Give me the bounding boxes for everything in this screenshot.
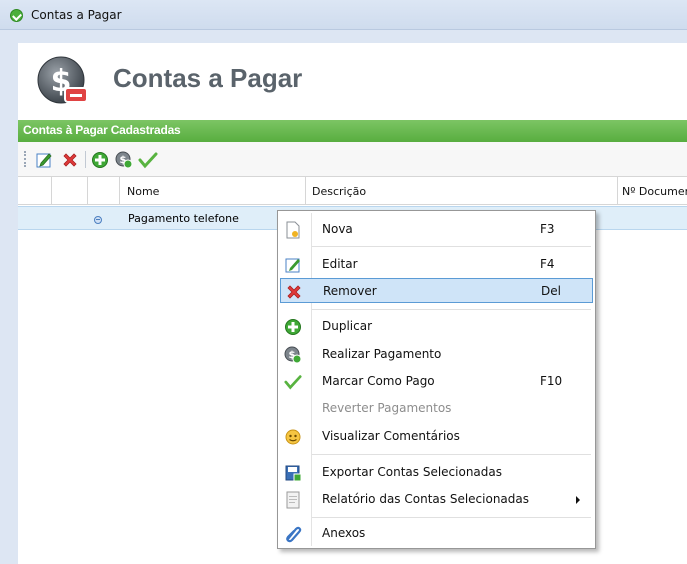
export-icon xyxy=(284,464,302,482)
menu-separator xyxy=(312,454,591,455)
new-document-icon xyxy=(284,221,302,239)
add-icon xyxy=(92,152,108,168)
menu-shortcut: F10 xyxy=(540,374,563,388)
grid-column-descricao[interactable]: Descrição xyxy=(306,177,618,205)
column-header-nome: Nome xyxy=(127,185,160,198)
menu-label: Visualizar Comentários xyxy=(322,429,460,443)
page-title: Contas a Pagar xyxy=(113,63,303,93)
add-button[interactable] xyxy=(90,150,110,170)
edit-icon xyxy=(36,153,52,168)
submenu-arrow-icon xyxy=(576,496,580,504)
attachment-icon xyxy=(284,525,302,543)
delete-icon xyxy=(63,153,77,167)
menu-label: Realizar Pagamento xyxy=(322,347,442,361)
delete-button[interactable] xyxy=(60,150,80,170)
menu-label: Editar xyxy=(322,257,358,271)
grid-column-status[interactable] xyxy=(88,177,120,205)
menu-item-relatorio[interactable]: Relatório das Contas Selecionadas xyxy=(280,487,593,512)
context-menu: Nova F3 Editar F4 Remover Del Duplicar $… xyxy=(277,210,596,549)
edit-button[interactable] xyxy=(34,150,54,170)
menu-label: Duplicar xyxy=(322,319,373,333)
check-icon xyxy=(284,373,302,391)
payment-icon: $ xyxy=(115,151,133,169)
menu-item-marcar-como-pago[interactable]: Marcar Como Pago F10 xyxy=(280,369,593,394)
toolbar-grip xyxy=(24,151,26,167)
mark-paid-button[interactable] xyxy=(138,150,158,170)
check-icon xyxy=(138,152,158,169)
menu-label: Exportar Contas Selecionadas xyxy=(322,465,503,479)
menu-separator xyxy=(312,246,591,247)
window-titlebar: Contas a Pagar xyxy=(0,0,687,30)
add-icon xyxy=(284,318,302,336)
app-icon xyxy=(10,9,23,22)
status-icon xyxy=(94,216,102,224)
edit-icon xyxy=(284,256,302,274)
menu-shortcut: F3 xyxy=(540,222,555,236)
menu-label: Remover xyxy=(323,284,377,298)
row-name: Pagamento telefone xyxy=(128,212,239,225)
toolbar-separator xyxy=(85,151,86,168)
menu-label: Marcar Como Pago xyxy=(322,374,435,388)
menu-item-editar[interactable]: Editar F4 xyxy=(280,252,593,277)
grid-column-flag[interactable] xyxy=(52,177,88,205)
column-header-descricao: Descrição xyxy=(312,185,367,198)
report-icon xyxy=(284,491,302,509)
menu-item-nova[interactable]: Nova F3 xyxy=(280,217,593,242)
comment-icon xyxy=(284,428,302,446)
menu-label: Relatório das Contas Selecionadas xyxy=(322,492,529,506)
menu-separator xyxy=(312,309,591,310)
payment-icon: $ xyxy=(284,346,302,364)
window-title: Contas a Pagar xyxy=(31,8,122,22)
menu-item-anexos[interactable]: Anexos xyxy=(280,521,593,546)
menu-label: Reverter Pagamentos xyxy=(322,401,452,415)
column-header-documento: Nº Documento xyxy=(622,185,687,198)
menu-item-visualizar-comentarios[interactable]: Visualizar Comentários xyxy=(280,424,593,449)
menu-label: Nova xyxy=(322,222,353,236)
grid-column-documento[interactable]: Nº Documento xyxy=(618,177,687,205)
delete-icon xyxy=(285,283,303,301)
menu-item-duplicar[interactable]: Duplicar xyxy=(280,314,593,339)
section-title: Contas à Pagar Cadastradas xyxy=(23,123,181,137)
grid-column-nome[interactable]: Nome xyxy=(120,177,306,205)
menu-label: Anexos xyxy=(322,526,366,540)
menu-item-reverter-pagamentos: Reverter Pagamentos xyxy=(280,396,593,421)
menu-item-remover[interactable]: Remover Del xyxy=(280,278,593,303)
grid-column-select[interactable] xyxy=(18,177,52,205)
menu-shortcut: Del xyxy=(541,284,561,298)
grid-header: Nome Descrição Nº Documento xyxy=(18,176,687,205)
payment-button[interactable]: $ xyxy=(114,150,134,170)
menu-item-exportar[interactable]: Exportar Contas Selecionadas xyxy=(280,460,593,485)
menu-shortcut: F4 xyxy=(540,257,555,271)
toolbar: $ xyxy=(18,142,687,176)
section-header: Contas à Pagar Cadastradas xyxy=(18,120,687,142)
menu-separator xyxy=(312,517,591,518)
money-icon: $ xyxy=(35,55,90,107)
menu-item-realizar-pagamento[interactable]: $ Realizar Pagamento xyxy=(280,342,593,367)
